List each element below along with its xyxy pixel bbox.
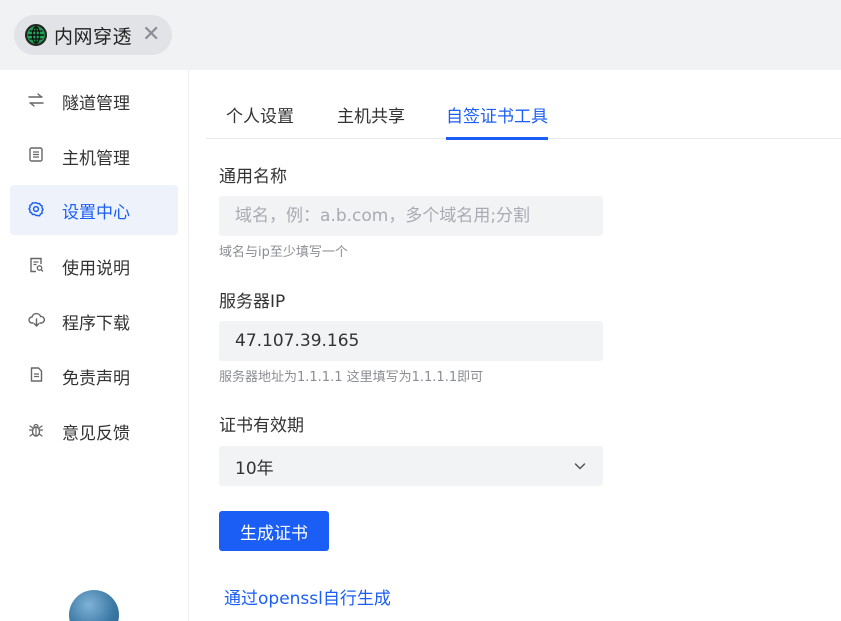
chevron-down-icon [573, 458, 587, 478]
main-content: 个人设置 主机共享 自签证书工具 通用名称 域名与ip至少填写一个 服务器IP … [190, 70, 841, 621]
sidebar-item-settings[interactable]: 设置中心 [10, 185, 178, 235]
doc-search-icon [24, 257, 48, 276]
openssl-guide-link[interactable]: 通过openssl自行生成 [224, 584, 391, 609]
tab-bar: 个人设置 主机共享 自签证书工具 [206, 70, 841, 140]
app-window: 内网穿透 ✕ 隧道管理 主机管理 设置中心 使用说明 程序下载 免责声明 意见反… [0, 0, 841, 621]
sidebar-item-feedback[interactable]: 意见反馈 [10, 406, 178, 456]
globe-icon [25, 24, 47, 46]
swap-arrows-icon [24, 92, 48, 110]
avatar[interactable] [69, 590, 119, 621]
sidebar-item-hosts[interactable]: 主机管理 [10, 131, 178, 181]
sidebar-item-label: 免责声明 [62, 368, 130, 389]
sidebar-item-label: 设置中心 [62, 202, 130, 223]
bug-icon [24, 422, 48, 441]
sidebar-item-label: 主机管理 [62, 148, 130, 169]
server-list-icon [24, 147, 48, 165]
sidebar-item-label: 程序下载 [62, 313, 130, 334]
server-ip-hint: 服务器地址为1.1.1.1 这里填写为1.1.1.1即可 [219, 370, 484, 385]
tab-host-sharing[interactable]: 主机共享 [337, 102, 405, 139]
top-bar: 内网穿透 ✕ [0, 0, 841, 70]
validity-label: 证书有效期 [219, 416, 304, 436]
validity-selected-value: 10年 [235, 458, 274, 479]
app-tab-label: 内网穿透 [54, 25, 133, 48]
sidebar: 隧道管理 主机管理 设置中心 使用说明 程序下载 免责声明 意见反馈 [0, 70, 189, 621]
common-name-label: 通用名称 [219, 167, 287, 187]
file-icon [24, 367, 48, 385]
sidebar-item-disclaimer[interactable]: 免责声明 [10, 351, 178, 401]
sidebar-item-label: 意见反馈 [62, 423, 130, 444]
sidebar-item-tunnels[interactable]: 隧道管理 [10, 76, 178, 126]
sidebar-item-label: 使用说明 [62, 258, 130, 279]
cloud-download-icon [24, 312, 48, 330]
app-tab[interactable]: 内网穿透 ✕ [14, 15, 172, 55]
common-name-hint: 域名与ip至少填写一个 [219, 245, 348, 260]
sidebar-item-docs[interactable]: 使用说明 [10, 241, 178, 291]
sidebar-item-label: 隧道管理 [62, 93, 130, 114]
server-ip-input[interactable] [219, 321, 603, 361]
generate-cert-button[interactable]: 生成证书 [219, 511, 329, 551]
tab-personal-settings[interactable]: 个人设置 [226, 102, 294, 139]
tab-self-signed-cert[interactable]: 自签证书工具 [446, 102, 548, 140]
validity-select[interactable]: 10年 [219, 446, 603, 486]
close-icon[interactable]: ✕ [142, 24, 160, 46]
common-name-input[interactable] [219, 196, 603, 236]
sidebar-item-download[interactable]: 程序下载 [10, 296, 178, 346]
gear-icon [24, 201, 48, 220]
server-ip-label: 服务器IP [219, 292, 286, 312]
